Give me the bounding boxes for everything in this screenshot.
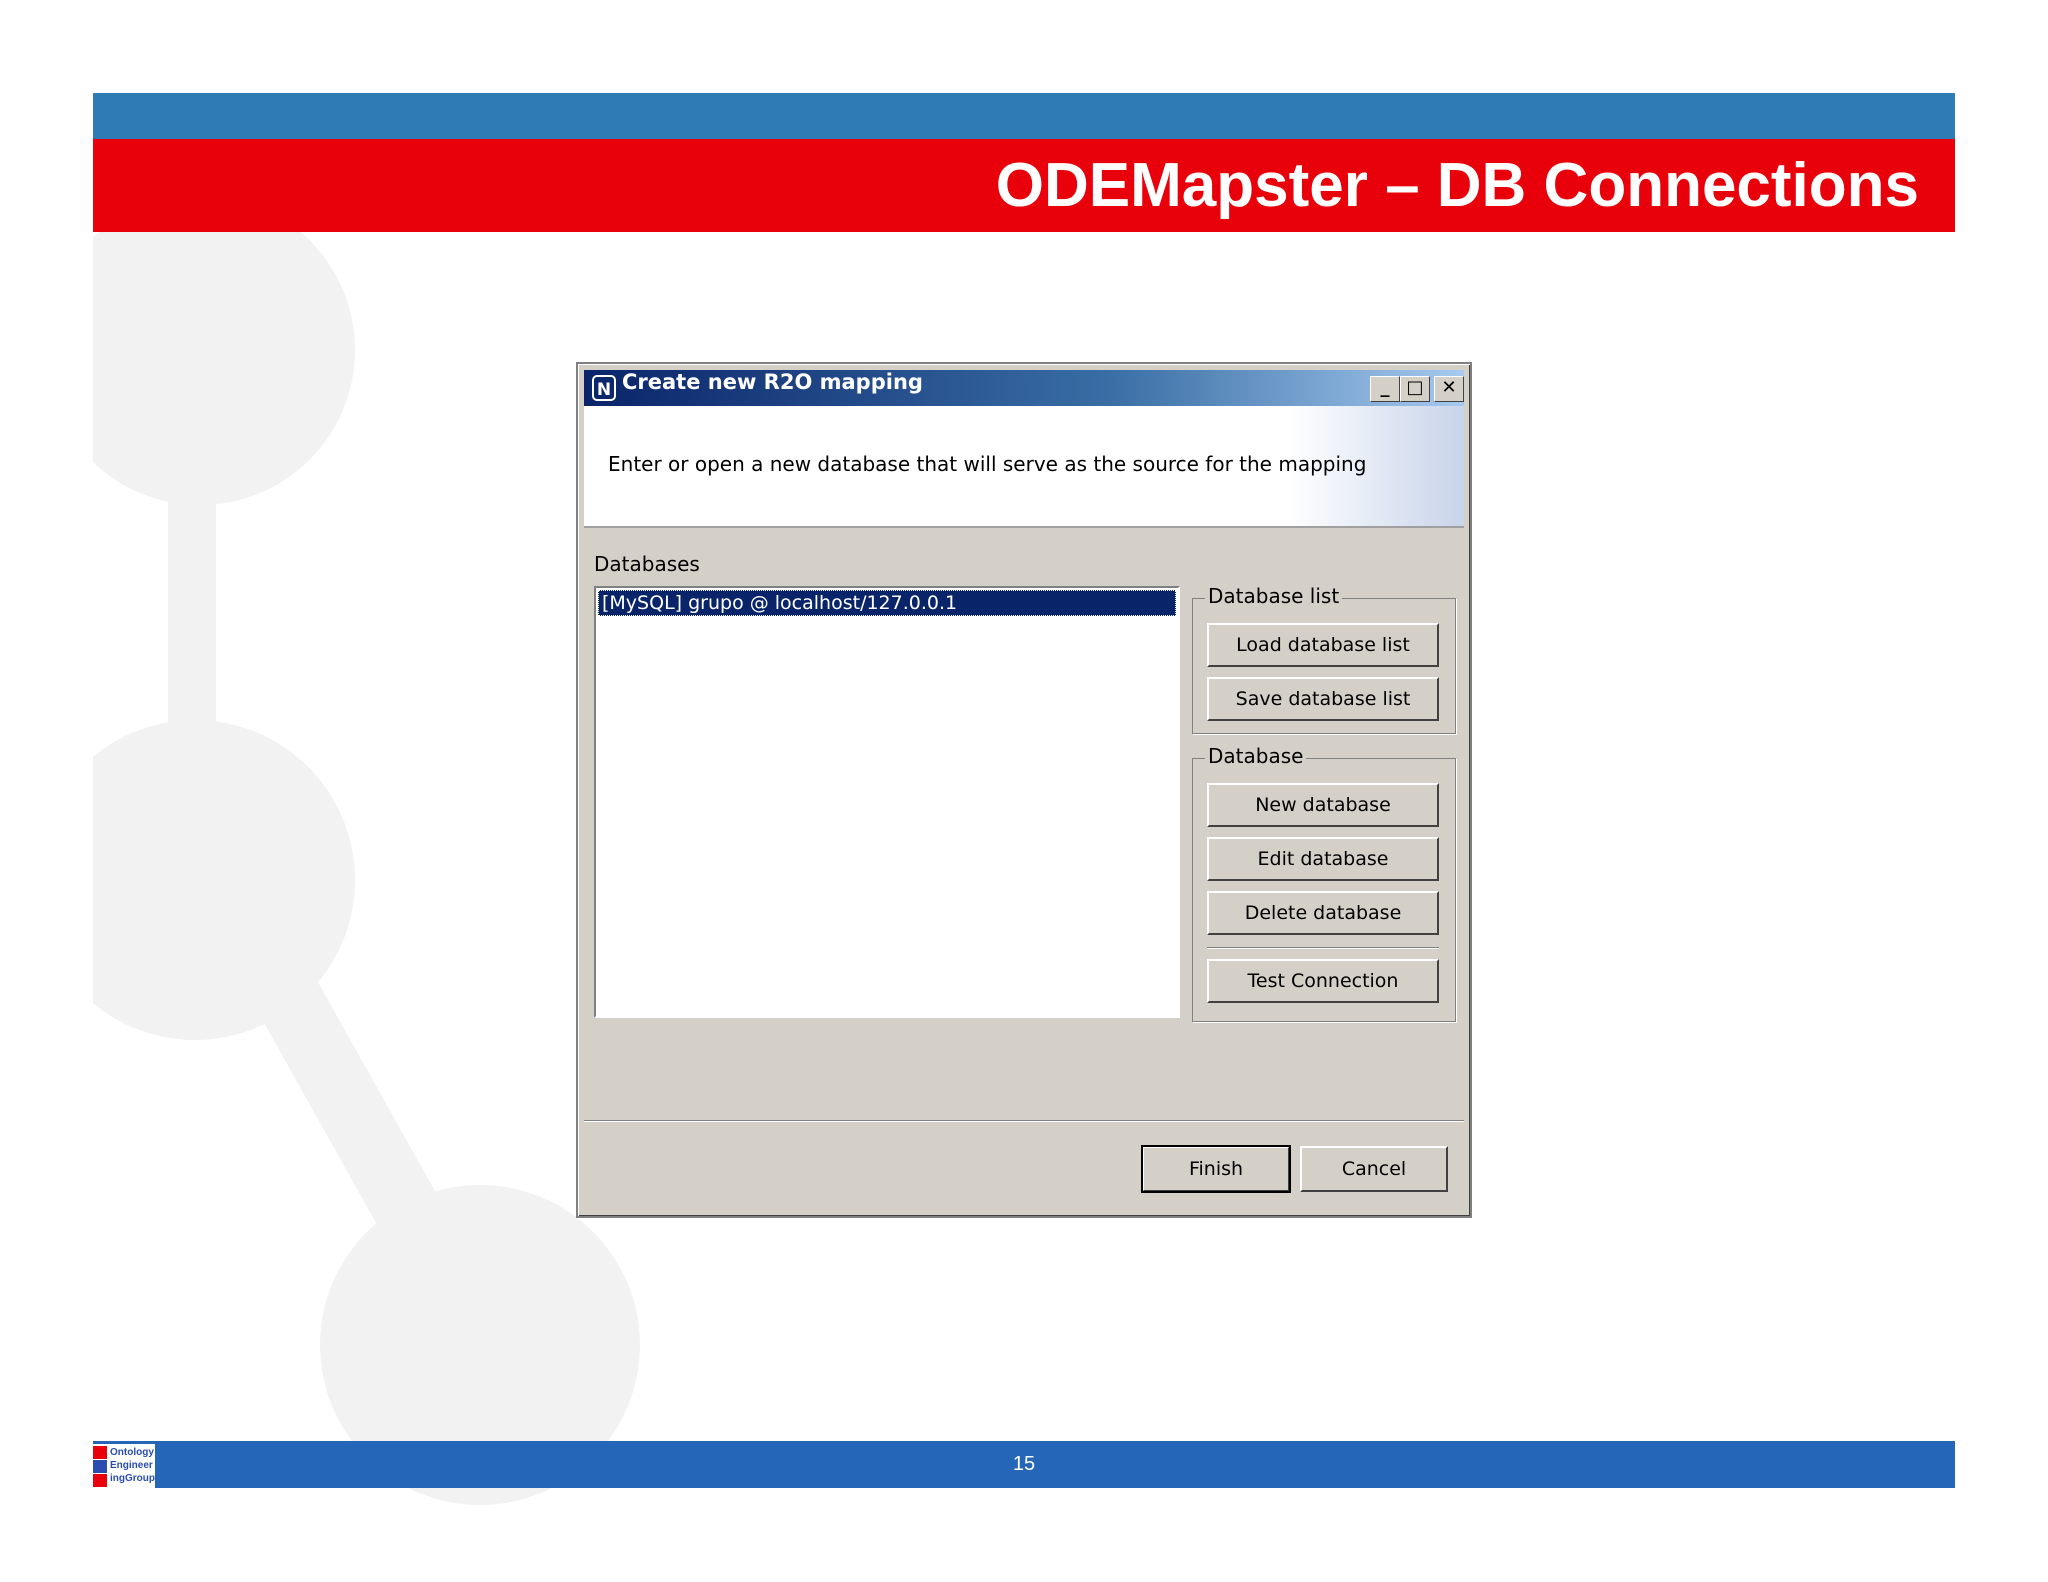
finish-button[interactable]: Finish	[1141, 1145, 1291, 1193]
dialog-header-banner: Enter or open a new database that will s…	[584, 406, 1464, 528]
oeg-logo: Ontology Engineer ingGroup	[93, 1444, 155, 1488]
database-legend: Database	[1205, 744, 1307, 768]
dialog-title-bar[interactable]: N Create new R2O mapping _ □ ✕	[584, 370, 1464, 406]
footer-divider	[584, 1120, 1464, 1122]
slide-footer-band: 15	[93, 1441, 1955, 1488]
create-mapping-dialog: N Create new R2O mapping _ □ ✕ Enter or …	[576, 362, 1472, 1218]
dialog-title: Create new R2O mapping	[622, 370, 923, 394]
page-number: 15	[1012, 1453, 1036, 1475]
edit-database-button[interactable]: Edit database	[1207, 837, 1439, 881]
slide-title-band: ODEMapster – DB Connections	[93, 139, 1955, 232]
instruction-text: Enter or open a new database that will s…	[608, 452, 1367, 476]
logo-text: Ontology Engineer ingGroup	[110, 1447, 155, 1484]
load-database-list-button[interactable]: Load database list	[1207, 623, 1439, 667]
database-list-group: Database list Load database list Save da…	[1192, 584, 1456, 734]
logo-mark-icon	[93, 1446, 107, 1487]
group-divider	[1207, 947, 1439, 949]
database-group: Database New database Edit database Dele…	[1192, 744, 1456, 1022]
top-accent-band	[93, 93, 1955, 139]
minimize-icon[interactable]: _	[1370, 376, 1400, 402]
cancel-button[interactable]: Cancel	[1300, 1146, 1448, 1192]
delete-database-button[interactable]: Delete database	[1207, 891, 1439, 935]
slide-title: ODEMapster – DB Connections	[995, 151, 1919, 220]
database-list-legend: Database list	[1205, 584, 1343, 608]
new-database-button[interactable]: New database	[1207, 783, 1439, 827]
databases-label: Databases	[594, 552, 700, 576]
close-icon[interactable]: ✕	[1434, 376, 1464, 402]
save-database-list-button[interactable]: Save database list	[1207, 677, 1439, 721]
test-connection-button[interactable]: Test Connection	[1207, 959, 1439, 1003]
app-logo-icon: N	[592, 375, 616, 401]
list-item[interactable]: [MySQL] grupo @ localhost/127.0.0.1	[598, 590, 1176, 616]
databases-list[interactable]: [MySQL] grupo @ localhost/127.0.0.1	[594, 586, 1180, 1018]
maximize-icon[interactable]: □	[1400, 376, 1430, 402]
